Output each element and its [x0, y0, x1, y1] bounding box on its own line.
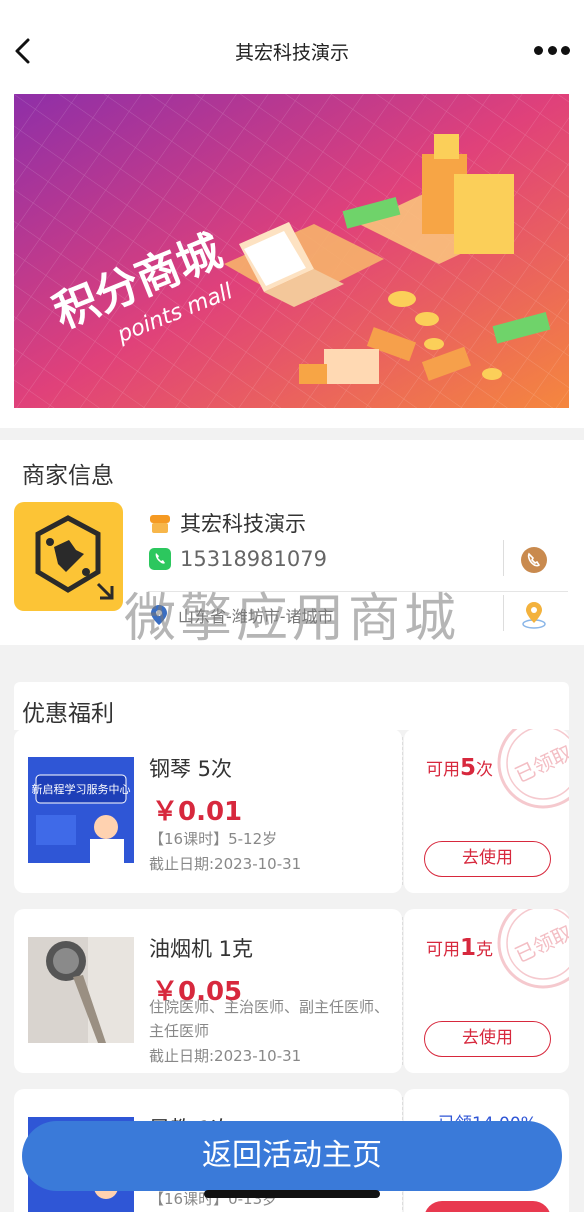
- coupon-name: 油烟机 1克: [149, 937, 254, 961]
- call-icon[interactable]: [520, 546, 548, 574]
- points-mall-banner[interactable]: 积分商城 points mall: [14, 94, 569, 408]
- merchant-name-row: 其宏科技演示: [148, 508, 306, 538]
- coupon-info: 新启程学习服务中心 钢琴 5次 ￥0.01 【16课时】5-12岁 截止日期:2…: [14, 729, 402, 893]
- coupon-info: 油烟机 1克 ￥0.05 住院医师、主治医师、副主任医师、主任医师 截止日期:2…: [14, 909, 402, 1073]
- svg-text:新启程学习服务中心: 新启程学习服务中心: [32, 782, 131, 796]
- coupon-thumbnail: 新启程学习服务中心: [28, 757, 134, 863]
- banner-section: 积分商城 points mall: [0, 94, 584, 428]
- coupon-action: 已领取 可用1克 去使用: [404, 909, 569, 1073]
- claimed-stamp: 已领取: [497, 909, 569, 989]
- claimed-stamp: 已领取: [497, 729, 569, 809]
- page-title: 其宏科技演示: [234, 42, 349, 64]
- available-count: 可用5次: [426, 755, 494, 781]
- divider: [503, 595, 504, 631]
- svg-text:已领取: 已领取: [511, 920, 569, 967]
- section-title-benefits: 优惠福利: [22, 701, 114, 727]
- phone-app-icon: [149, 548, 171, 570]
- coupon-description: 【16课时】5-12岁: [149, 830, 278, 848]
- benefits-header: 优惠福利: [14, 682, 569, 730]
- navigate-map-icon[interactable]: [520, 599, 548, 629]
- coupon-thumbnail: [28, 937, 134, 1043]
- home-indicator: [204, 1190, 380, 1198]
- back-to-activity-button[interactable]: 返回活动主页: [22, 1121, 562, 1191]
- use-coupon-button[interactable]: 去使用: [424, 1021, 551, 1057]
- watermark-text: 微擎应用商城: [124, 589, 461, 649]
- progress-button[interactable]: [424, 1201, 551, 1212]
- coupon-description: 住院医师、主治医师、副主任医师、主任医师: [149, 998, 390, 1040]
- merchant-phone-row: 15318981079: [148, 547, 327, 571]
- merchant-phone[interactable]: 15318981079: [180, 547, 327, 571]
- coupon-name: 钢琴 5次: [149, 757, 233, 781]
- coupon-action: 已领取 可用5次 去使用: [404, 729, 569, 893]
- more-dots-icon[interactable]: [534, 44, 570, 56]
- coupon-deadline: 截止日期:2023-10-31: [149, 1047, 302, 1065]
- nav-bar: 其宏科技演示: [0, 0, 584, 94]
- shop-icon: [150, 515, 170, 533]
- available-count: 可用1克: [426, 935, 494, 961]
- svg-text:已领取: 已领取: [511, 740, 569, 787]
- divider: [503, 540, 504, 576]
- coupon-deadline: 截止日期:2023-10-31: [149, 855, 302, 873]
- use-coupon-button[interactable]: 去使用: [424, 841, 551, 877]
- merchant-name: 其宏科技演示: [180, 512, 306, 536]
- section-title-merchant: 商家信息: [22, 463, 114, 489]
- merchant-logo: [14, 502, 123, 611]
- coupon-price: ￥0.01: [152, 797, 243, 827]
- coupon-card[interactable]: 油烟机 1克 ￥0.05 住院医师、主治医师、副主任医师、主任医师 截止日期:2…: [14, 909, 569, 1073]
- coupon-card[interactable]: 新启程学习服务中心 钢琴 5次 ￥0.01 【16课时】5-12岁 截止日期:2…: [14, 729, 569, 893]
